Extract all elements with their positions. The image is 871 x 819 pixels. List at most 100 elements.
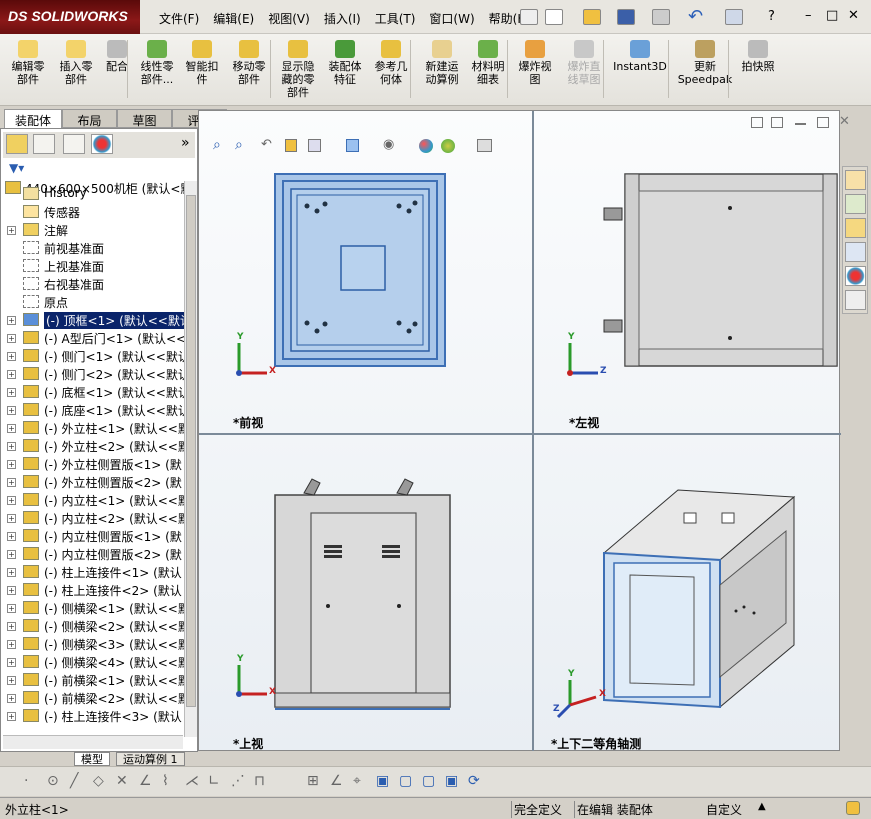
circle-icon[interactable]: ⊙ xyxy=(47,773,59,789)
expand-toggle-icon[interactable]: + xyxy=(7,226,16,235)
insert-components-button[interactable]: 插入零 部件 xyxy=(52,38,100,86)
expand-toggle-icon[interactable]: + xyxy=(7,334,16,343)
menu-file[interactable]: 文件(F) xyxy=(152,8,206,29)
menu-tools[interactable]: 工具(T) xyxy=(368,8,423,29)
tab-layout[interactable]: 布局 xyxy=(62,109,117,128)
trim-icon[interactable]: ✕ xyxy=(116,773,128,789)
tree-item[interactable]: + (-) 外立柱侧置版<2> (默 xyxy=(1,473,184,491)
menu-window[interactable]: 窗口(W) xyxy=(422,8,481,29)
expand-toggle-icon[interactable]: + xyxy=(7,478,16,487)
box-icon[interactable]: ▢ xyxy=(399,773,412,789)
expand-toggle-icon[interactable]: + xyxy=(7,442,16,451)
tree-item[interactable]: History xyxy=(1,185,184,203)
graphics-area[interactable]: ⌕ ⌕ ↶ ◉ ✕ Y X *前视 Y Z *左视 Y X *上视 Y X Z … xyxy=(198,110,850,751)
file-explorer-icon[interactable] xyxy=(845,218,866,238)
close-button[interactable]: ✕ xyxy=(848,8,859,23)
expand-toggle-icon[interactable]: + xyxy=(7,316,16,325)
section-icon[interactable]: ▣ xyxy=(445,773,458,789)
tree-scroll-thumb[interactable] xyxy=(186,195,196,707)
expand-toggle-icon[interactable]: + xyxy=(7,712,16,721)
units-chevron-icon[interactable]: ▲ xyxy=(758,801,766,812)
angle-icon[interactable]: ∠ xyxy=(139,773,152,789)
configuration-manager-icon[interactable] xyxy=(63,134,85,154)
tree-item[interactable]: + (-) 顶框<1> (默认<<默认 xyxy=(1,311,184,329)
tree-item[interactable]: + (-) 侧横梁<4> (默认<<默 xyxy=(1,653,184,671)
design-library-icon[interactable] xyxy=(845,194,866,214)
expand-toggle-icon[interactable]: + xyxy=(7,586,16,595)
restore-button[interactable]: □ xyxy=(826,8,838,23)
tree-vertical-scrollbar[interactable] xyxy=(184,181,197,737)
slot-icon[interactable]: ⊓ xyxy=(254,773,265,789)
iso-cube-icon[interactable]: ▣ xyxy=(376,773,389,789)
expand-toggle-icon[interactable]: + xyxy=(7,388,16,397)
tree-item[interactable]: + (-) 外立柱侧置版<1> (默 xyxy=(1,455,184,473)
mate-button[interactable]: 配合 xyxy=(100,38,134,73)
spline-icon[interactable]: ⌇ xyxy=(162,773,169,789)
tree-item[interactable]: + (-) 侧门<2> (默认<<默认 xyxy=(1,365,184,383)
expand-toggle-icon[interactable]: + xyxy=(7,496,16,505)
tree-item[interactable]: + (-) 底框<1> (默认<<默认 xyxy=(1,383,184,401)
new-document-icon[interactable] xyxy=(545,9,563,25)
reference-geometry-button[interactable]: 参考几 何体 xyxy=(368,38,414,86)
tree-item[interactable]: + (-) 内立柱<2> (默认<<默 xyxy=(1,509,184,527)
solidworks-logo[interactable]: DS SOLIDWORKS xyxy=(0,0,140,34)
select-pointer-icon[interactable] xyxy=(725,9,743,25)
origin-point-icon[interactable]: ⌖ xyxy=(353,773,361,789)
take-snapshot-button[interactable]: 拍快照 xyxy=(736,38,780,73)
tree-item[interactable]: 上视基准面 xyxy=(1,257,184,275)
menu-view[interactable]: 视图(V) xyxy=(261,8,317,29)
tree-item[interactable]: 右视基准面 xyxy=(1,275,184,293)
iso-view-model[interactable] xyxy=(602,489,796,709)
menu-edit[interactable]: 编辑(E) xyxy=(206,8,261,29)
tab-sketch[interactable]: 草图 xyxy=(117,109,172,128)
tree-item[interactable]: 前视基准面 xyxy=(1,239,184,257)
tree-item[interactable]: 传感器 xyxy=(1,203,184,221)
view-palette-icon[interactable] xyxy=(845,242,866,262)
print-icon[interactable] xyxy=(652,9,670,25)
minimize-button[interactable]: – xyxy=(805,8,812,23)
expand-toggle-icon[interactable]: + xyxy=(7,694,16,703)
expand-toggle-icon[interactable]: + xyxy=(7,532,16,541)
tree-item[interactable]: + (-) 外立柱<2> (默认<<默 xyxy=(1,437,184,455)
exploded-view-button[interactable]: 爆炸视 图 xyxy=(514,38,556,86)
expand-panel-icon[interactable]: » xyxy=(181,135,190,151)
pin-icon[interactable] xyxy=(520,9,538,25)
bill-of-materials-button[interactable]: 材料明 细表 xyxy=(466,38,510,86)
help-icon[interactable]: ? xyxy=(768,9,775,24)
tree-item[interactable]: + (-) 侧横梁<1> (默认<<默 xyxy=(1,599,184,617)
left-view-model[interactable] xyxy=(603,173,838,367)
top-view-model[interactable] xyxy=(274,478,451,710)
new-motion-study-button[interactable]: 新建运 动算例 xyxy=(417,38,467,86)
instant3d-button[interactable]: Instant3D xyxy=(610,38,670,73)
rebuild-icon[interactable] xyxy=(846,801,860,815)
expand-toggle-icon[interactable]: + xyxy=(7,622,16,631)
tree-item[interactable]: + (-) 侧横梁<3> (默认<<默 xyxy=(1,635,184,653)
property-manager-icon[interactable] xyxy=(33,134,55,154)
tree-item[interactable]: + (-) 前横梁<2> (默认<<默 xyxy=(1,689,184,707)
expand-toggle-icon[interactable]: + xyxy=(7,424,16,433)
tree-item[interactable]: + (-) 柱上连接件<3> (默认 xyxy=(1,707,184,725)
undo-icon[interactable]: ↶ xyxy=(688,6,703,27)
update-speedpak-button[interactable]: 更新 Speedpak xyxy=(675,38,735,86)
polygon-icon[interactable]: ◇ xyxy=(93,773,104,789)
tree-horizontal-scrollbar[interactable] xyxy=(3,735,183,749)
front-view-model[interactable] xyxy=(274,173,446,367)
front-view-pane[interactable] xyxy=(199,111,532,433)
tree-item[interactable]: + (-) 底座<1> (默认<<默认 xyxy=(1,401,184,419)
tree-item[interactable]: + (-) 柱上连接件<1> (默认 xyxy=(1,563,184,581)
open-folder-icon[interactable] xyxy=(583,9,601,25)
pattern-icon[interactable]: ⋰ xyxy=(231,773,245,789)
tree-item[interactable]: + 注解 xyxy=(1,221,184,239)
tree-item[interactable]: + (-) A型后门<1> (默认<<默 xyxy=(1,329,184,347)
linear-pattern-button[interactable]: 线性零 部件... xyxy=(135,38,179,86)
point-icon[interactable]: · xyxy=(24,773,28,789)
display-manager-icon[interactable] xyxy=(91,134,113,154)
move-component-button[interactable]: 移动零 部件 xyxy=(226,38,272,86)
expand-toggle-icon[interactable]: + xyxy=(7,370,16,379)
show-hidden-button[interactable]: 显示隐 藏的零 部件 xyxy=(274,38,322,99)
tree-item[interactable]: 原点 xyxy=(1,293,184,311)
tree-item[interactable]: + (-) 内立柱<1> (默认<<默 xyxy=(1,491,184,509)
menu-insert[interactable]: 插入(I) xyxy=(317,8,368,29)
refresh-icon[interactable]: ⟳ xyxy=(468,773,480,789)
expand-toggle-icon[interactable]: + xyxy=(7,550,16,559)
